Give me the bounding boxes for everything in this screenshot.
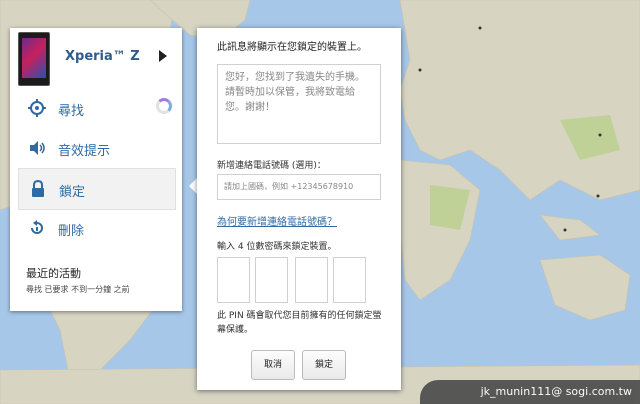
pin-digit-1[interactable]: [217, 257, 250, 303]
phone-input[interactable]: 請加上國碼，例如 +12345678910: [217, 174, 381, 200]
lock-icon: [32, 180, 44, 197]
pin-digit-3[interactable]: [295, 257, 328, 303]
pin-digit-4[interactable]: [333, 257, 366, 303]
menu-item-locate[interactable]: 尋找: [18, 88, 174, 128]
lock-dialog: 此訊息將顯示在您鎖定的裝置上。 您好，您找到了我遺失的手機。請暫時加以保管，我將…: [197, 28, 401, 390]
device-header[interactable]: Xperia™ Z: [10, 28, 182, 90]
phone-image: [18, 32, 50, 86]
cancel-button[interactable]: 取消: [251, 350, 295, 380]
lock-button[interactable]: 鎖定: [302, 350, 346, 380]
recent-activity-title: 最近的活動: [26, 267, 81, 280]
dialog-title: 此訊息將顯示在您鎖定的裝置上。: [217, 42, 367, 53]
pin-digit-2[interactable]: [255, 257, 288, 303]
recent-activity: 最近的活動 尋找 已要求 不到一分鐘 之前: [26, 265, 130, 295]
dialog-pointer: [189, 178, 197, 194]
menu-item-lock[interactable]: 鎖定: [18, 168, 176, 210]
menu-item-erase[interactable]: 刪除: [18, 208, 174, 248]
loading-spinner-icon: [156, 98, 172, 114]
recent-activity-status: 尋找 已要求 不到一分鐘 之前: [26, 285, 130, 294]
pin-note: 此 PIN 碼會取代您目前擁有的任何鎖定螢幕保護。: [217, 311, 382, 335]
pin-label: 輸入 4 位數密碼來鎖定裝置。: [217, 242, 337, 252]
menu-item-label: 鎖定: [59, 185, 86, 200]
phone-label: 新增連絡電話號碼 (選用)：: [217, 161, 326, 171]
erase-icon: [31, 220, 43, 234]
locate-icon: [28, 99, 46, 117]
menu-item-play-sound[interactable]: 音效提示: [18, 128, 174, 168]
why-phone-link[interactable]: 為何要新增連絡電話號碼？: [217, 213, 337, 228]
message-textarea[interactable]: 您好，您找到了我遺失的手機。請暫時加以保管，我將致電給您。謝謝！: [217, 64, 381, 144]
menu-item-label: 刪除: [58, 224, 85, 239]
next-device-icon[interactable]: [159, 50, 167, 62]
menu-item-label: 尋找: [58, 104, 85, 119]
menu-item-label: 音效提示: [58, 144, 111, 159]
watermark: jk_munin111@ sogi.com.tw: [420, 380, 640, 404]
speaker-icon: [30, 141, 45, 155]
device-name: Xperia™ Z: [65, 49, 140, 64]
device-panel: Xperia™ Z 尋找 音效提示 鎖定 刪除 最近的活動 尋找 已要求 不到一…: [10, 28, 182, 311]
